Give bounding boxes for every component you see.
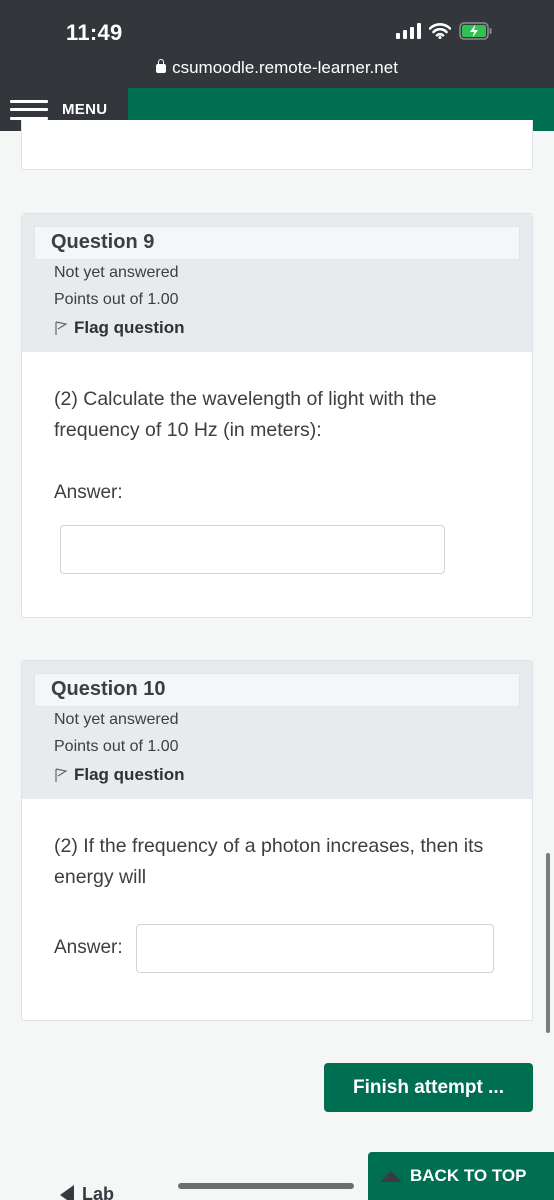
question-text: (2) Calculate the wavelength of light wi… bbox=[54, 388, 437, 441]
answer-label: Answer: bbox=[54, 482, 123, 503]
back-to-top-label: BACK TO TOP bbox=[410, 1166, 527, 1185]
question-title: Question 9 bbox=[51, 231, 155, 253]
flag-label: Flag question bbox=[74, 318, 185, 337]
previous-question-card bbox=[21, 120, 533, 170]
signal-icon bbox=[396, 23, 421, 39]
question-title-bar: Question 9 bbox=[34, 226, 520, 260]
wifi-icon bbox=[429, 23, 451, 39]
question-points: Points out of 1.00 bbox=[54, 738, 179, 755]
question-title: Question 10 bbox=[51, 678, 166, 700]
back-to-top-button[interactable]: BACK TO TOP bbox=[368, 1152, 554, 1200]
question-text: (2) If the frequency of a photon increas… bbox=[54, 835, 484, 888]
question-title-bar: Question 10 bbox=[34, 673, 520, 707]
question-info: Question 10 Not yet answered Points out … bbox=[22, 661, 532, 799]
finish-attempt-button[interactable]: Finish attempt ... bbox=[324, 1063, 533, 1112]
menu-label: MENU bbox=[62, 101, 108, 118]
flag-label: Flag question bbox=[74, 765, 185, 784]
scrollbar[interactable] bbox=[546, 853, 550, 1033]
flag-icon bbox=[55, 768, 68, 782]
question-info: Question 9 Not yet answered Points out o… bbox=[22, 214, 532, 352]
flag-question-button[interactable]: Flag question bbox=[54, 318, 185, 338]
status-icons bbox=[396, 22, 493, 40]
question-card: Question 9 Not yet answered Points out o… bbox=[21, 213, 533, 618]
arrow-left-icon bbox=[60, 1184, 74, 1200]
previous-activity-label: Lab bbox=[82, 1184, 115, 1200]
previous-activity-link[interactable]: Lab bbox=[60, 1184, 114, 1200]
lock-icon bbox=[156, 59, 167, 73]
hamburger-icon bbox=[10, 99, 48, 120]
answer-input[interactable] bbox=[136, 924, 494, 973]
battery-charging-icon bbox=[459, 22, 492, 40]
question-status: Not yet answered bbox=[54, 264, 179, 281]
address-bar[interactable]: csumoodle.remote-learner.net bbox=[0, 58, 554, 78]
home-indicator bbox=[178, 1183, 354, 1189]
flag-question-button[interactable]: Flag question bbox=[54, 765, 185, 785]
question-points: Points out of 1.00 bbox=[54, 291, 179, 308]
arrow-up-icon bbox=[380, 1170, 402, 1182]
status-bar: 11:49 csumoodle.remote-learner.net bbox=[0, 0, 554, 88]
question-status: Not yet answered bbox=[54, 711, 179, 728]
question-card: Question 10 Not yet answered Points out … bbox=[21, 660, 533, 1021]
answer-input[interactable] bbox=[60, 525, 445, 574]
flag-icon bbox=[55, 321, 68, 335]
answer-label: Answer: bbox=[54, 937, 123, 958]
url-text: csumoodle.remote-learner.net bbox=[172, 58, 398, 77]
clock: 11:49 bbox=[66, 20, 123, 45]
